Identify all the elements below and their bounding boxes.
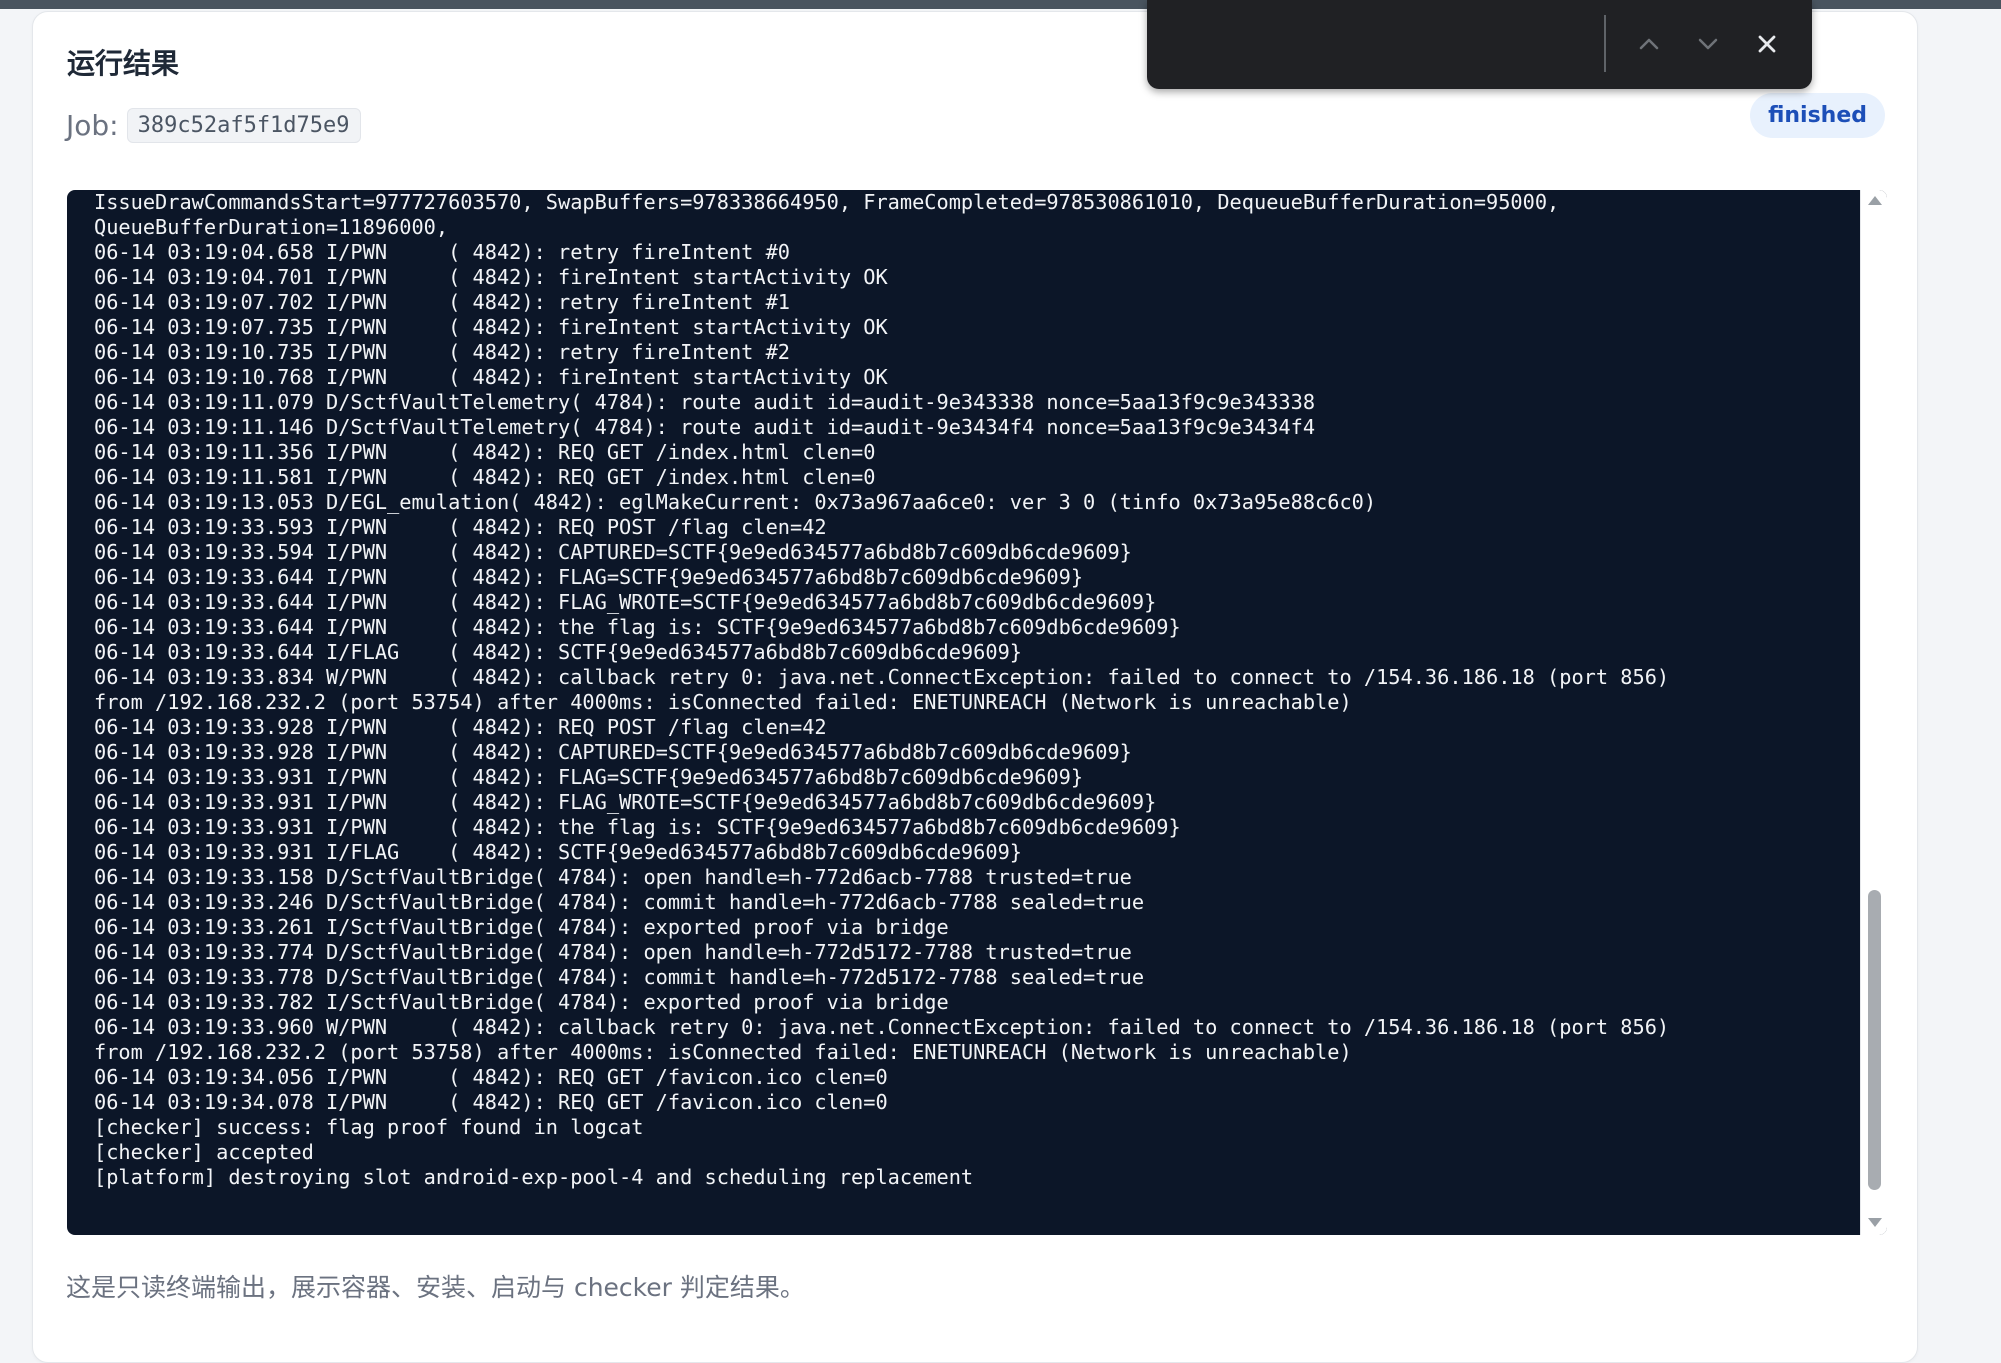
log-line: 06-14 03:19:11.146 D/SctfVaultTelemetry(… bbox=[94, 415, 1316, 439]
scroll-up-arrow-icon[interactable] bbox=[1868, 196, 1882, 205]
chevron-up-icon bbox=[1639, 38, 1659, 50]
find-divider bbox=[1604, 15, 1606, 72]
log-line: 06-14 03:19:04.701 I/PWN ( 4842): fireIn… bbox=[94, 265, 888, 289]
log-line: 06-14 03:19:33.778 D/SctfVaultBridge( 47… bbox=[94, 965, 1145, 989]
scroll-thumb[interactable] bbox=[1868, 890, 1881, 1190]
find-next-button[interactable] bbox=[1686, 22, 1730, 66]
log-line: 06-14 03:19:33.644 I/PWN ( 4842): FLAG_W… bbox=[94, 590, 1157, 614]
close-icon bbox=[1758, 35, 1776, 53]
log-line: 06-14 03:19:33.644 I/PWN ( 4842): FLAG=S… bbox=[94, 565, 1084, 589]
footer-note: 这是只读终端输出，展示容器、安装、启动与 checker 判定结果。 bbox=[66, 1273, 805, 1302]
log-line: 06-14 03:19:33.960 W/PWN ( 4842): callba… bbox=[94, 1015, 1670, 1039]
log-line: 06-14 03:19:11.079 D/SctfVaultTelemetry(… bbox=[94, 390, 1316, 414]
log-line: 06-14 03:19:07.702 I/PWN ( 4842): retry … bbox=[94, 290, 790, 314]
log-line: 06-14 03:19:34.078 I/PWN ( 4842): REQ GE… bbox=[94, 1090, 888, 1114]
find-previous-button[interactable] bbox=[1627, 22, 1671, 66]
log-line: 06-14 03:19:33.594 I/PWN ( 4842): CAPTUR… bbox=[94, 540, 1132, 564]
log-line: 06-14 03:19:33.782 I/SctfVaultBridge( 47… bbox=[94, 990, 949, 1014]
log-line: 06-14 03:19:33.931 I/FLAG ( 4842): SCTF{… bbox=[94, 840, 1022, 864]
job-row: Job: 389c52af5f1d75e9 bbox=[66, 108, 361, 143]
log-line: 06-14 03:19:33.931 I/PWN ( 4842): FLAG_W… bbox=[94, 790, 1157, 814]
log-line: 06-14 03:19:11.356 I/PWN ( 4842): REQ GE… bbox=[94, 440, 876, 464]
log-line: [checker] success: flag proof found in l… bbox=[94, 1115, 644, 1139]
log-line: 06-14 03:19:07.735 I/PWN ( 4842): fireIn… bbox=[94, 315, 888, 339]
log-line: 06-14 03:19:33.931 I/PWN ( 4842): FLAG=S… bbox=[94, 765, 1084, 789]
terminal-output[interactable]: IssueDrawCommandsStart=977727603570, Swa… bbox=[67, 190, 1887, 1235]
log-line: IssueDrawCommandsStart=977727603570, Swa… bbox=[94, 190, 1560, 214]
log-line: from /192.168.232.2 (port 53758) after 4… bbox=[94, 1040, 1352, 1064]
chevron-down-icon bbox=[1698, 38, 1718, 50]
log-line: 06-14 03:19:33.593 I/PWN ( 4842): REQ PO… bbox=[94, 515, 827, 539]
job-id: 389c52af5f1d75e9 bbox=[126, 108, 361, 143]
log-line: 06-14 03:19:33.261 I/SctfVaultBridge( 47… bbox=[94, 915, 949, 939]
log-line: 06-14 03:19:33.644 I/FLAG ( 4842): SCTF{… bbox=[94, 640, 1022, 664]
log-line: 06-14 03:19:13.053 D/EGL_emulation( 4842… bbox=[94, 490, 1377, 514]
job-label: Job: bbox=[66, 109, 119, 142]
terminal-scrollbar[interactable] bbox=[1860, 190, 1887, 1235]
log-line: 06-14 03:19:10.735 I/PWN ( 4842): retry … bbox=[94, 340, 790, 364]
find-in-page-bar bbox=[1147, 0, 1812, 89]
log-line: 06-14 03:19:33.644 I/PWN ( 4842): the fl… bbox=[94, 615, 1181, 639]
log-line: QueueBufferDuration=11896000, bbox=[94, 215, 449, 239]
log-line: 06-14 03:19:33.928 I/PWN ( 4842): REQ PO… bbox=[94, 715, 827, 739]
log-line: 06-14 03:19:33.246 D/SctfVaultBridge( 47… bbox=[94, 890, 1145, 914]
log-line: 06-14 03:19:33.928 I/PWN ( 4842): CAPTUR… bbox=[94, 740, 1132, 764]
scroll-down-arrow-icon[interactable] bbox=[1868, 1218, 1882, 1227]
run-result-panel: 运行结果 Job: 389c52af5f1d75e9 finished Issu… bbox=[32, 11, 1918, 1363]
log-line: 06-14 03:19:10.768 I/PWN ( 4842): fireIn… bbox=[94, 365, 888, 389]
log-line: 06-14 03:19:11.581 I/PWN ( 4842): REQ GE… bbox=[94, 465, 876, 489]
log-line: 06-14 03:19:33.158 D/SctfVaultBridge( 47… bbox=[94, 865, 1132, 889]
log-line: 06-14 03:19:33.774 D/SctfVaultBridge( 47… bbox=[94, 940, 1132, 964]
log-line: 06-14 03:19:33.834 W/PWN ( 4842): callba… bbox=[94, 665, 1670, 689]
log-line: [platform] destroying slot android-exp-p… bbox=[94, 1165, 974, 1189]
log-line: [checker] accepted bbox=[94, 1140, 314, 1164]
log-line: from /192.168.232.2 (port 53754) after 4… bbox=[94, 690, 1352, 714]
status-badge: finished bbox=[1750, 93, 1885, 138]
close-find-button[interactable] bbox=[1745, 22, 1789, 66]
log-line: 06-14 03:19:34.056 I/PWN ( 4842): REQ GE… bbox=[94, 1065, 888, 1089]
log-line: 06-14 03:19:04.658 I/PWN ( 4842): retry … bbox=[94, 240, 790, 264]
log-line: 06-14 03:19:33.931 I/PWN ( 4842): the fl… bbox=[94, 815, 1181, 839]
terminal-log-text: IssueDrawCommandsStart=977727603570, Swa… bbox=[94, 190, 1857, 1190]
panel-title: 运行结果 bbox=[67, 47, 180, 80]
